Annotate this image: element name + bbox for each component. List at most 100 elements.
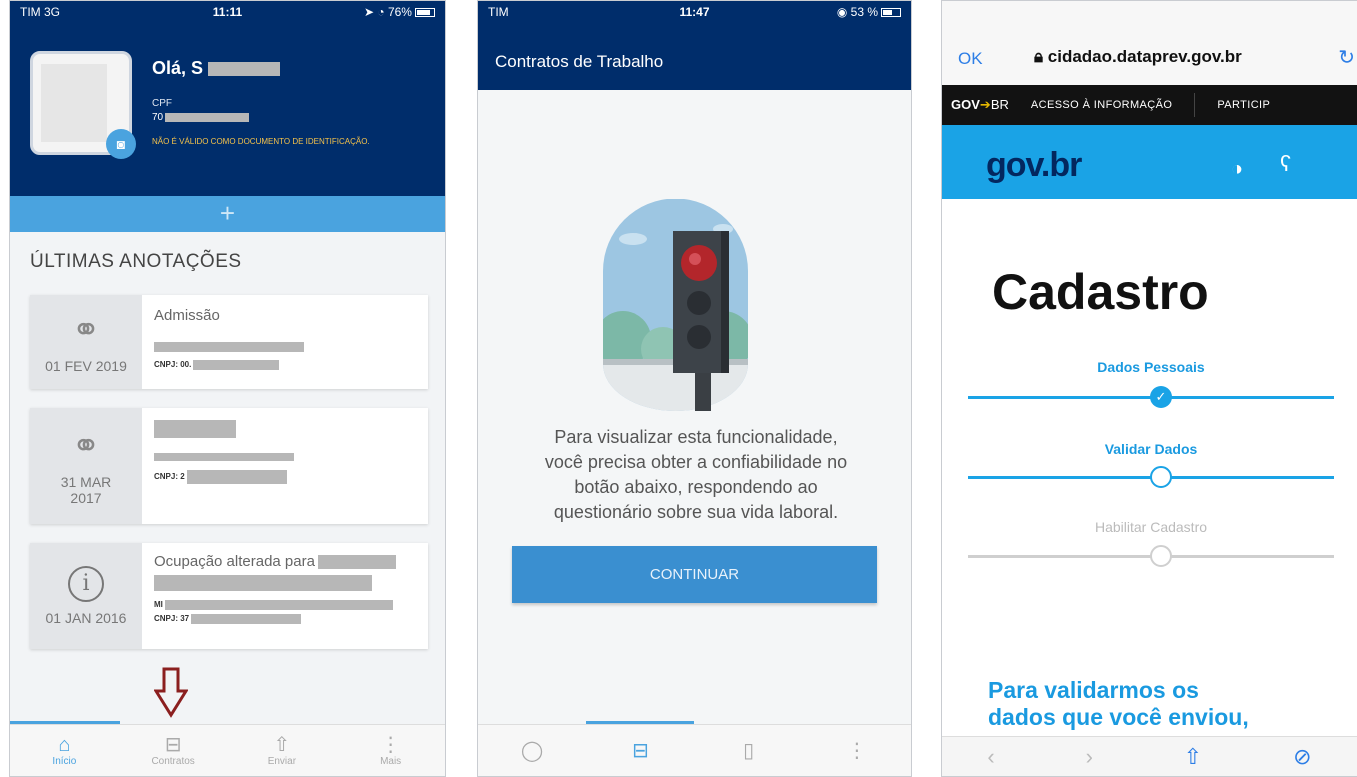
card-date: 01 FEV 2019 — [45, 358, 127, 374]
cpf-label: CPF — [152, 98, 172, 109]
battery-percent: 53 % — [850, 5, 879, 19]
compass-icon[interactable]: ⊘ — [1293, 744, 1311, 770]
more-icon: ⋮ — [846, 739, 867, 762]
share-icon[interactable]: ⇧ — [1184, 744, 1202, 770]
user-icon: ◯ — [520, 739, 544, 762]
url-text: cidadao.dataprev.gov.br — [1047, 47, 1242, 66]
continue-button[interactable]: CONTINUAR — [512, 546, 877, 603]
tab-profile[interactable]: ◯ — [478, 725, 586, 776]
tab-bar: ⌂ Início ⊟ Contratos ⇧ Enviar ⋮ Mais — [10, 724, 445, 776]
carrier: TIM 3G — [20, 5, 61, 19]
address-bar[interactable]: 🔒︎ cidadao.dataprev.gov.br — [1034, 47, 1242, 67]
share-icon: ⇧ — [273, 734, 291, 756]
ok-button[interactable]: OK — [958, 49, 983, 69]
tab-mais[interactable]: ⋮ Mais — [336, 725, 445, 776]
status-bar: TIM 11:47 ◉ 53 % — [478, 1, 911, 23]
briefcase-icon: ⊟ — [631, 739, 649, 762]
battery-icon — [414, 8, 435, 18]
traffic-light-illustration — [603, 199, 748, 411]
step-current-dot — [1150, 466, 1172, 488]
greeting: Olá, S — [152, 58, 281, 79]
battery-icon — [881, 8, 902, 18]
add-annotation-button[interactable]: + — [10, 196, 445, 232]
browser-bottom-bar: ‹ › ⇧ ⊘ — [942, 736, 1357, 776]
phone-home-screen: TIM 3G 11:11 ➤ ◔ 76% ◙ Olá, S CPF 70 NÃO… — [9, 0, 446, 777]
step-label: Habilitar Cadastro — [1094, 519, 1208, 535]
participate-link[interactable]: PARTICIP — [1217, 99, 1270, 111]
section-title: ÚLTIMAS ANOTAÇÕES — [30, 251, 242, 272]
card-sub: MI — [154, 600, 416, 610]
step-label: Validar Dados — [1104, 441, 1198, 457]
message-line: Para visualizar esta funcionalidade, — [554, 427, 838, 447]
access-info-link[interactable]: ACESSO À INFORMAÇÃO — [1031, 99, 1172, 111]
card-title — [154, 420, 416, 439]
tab-more[interactable]: ⋮ — [803, 725, 911, 776]
camera-icon[interactable]: ◙ — [106, 129, 136, 159]
tab-enviar[interactable]: ⇧ Enviar — [228, 725, 337, 776]
handshake-icon: ⚭ — [71, 427, 101, 465]
lock-icon: 🔒︎ — [1034, 47, 1044, 66]
handshake-icon: ⚭ — [71, 311, 101, 349]
tab-bar: ◯ ⊟ ▯ ⋮ — [478, 724, 911, 776]
step-pending-dot — [1150, 545, 1172, 567]
battery-percent: 76% — [387, 5, 412, 19]
accessibility-icon[interactable]: ʕ — [1280, 151, 1291, 177]
card-cnpj: CNPJ: 37 — [154, 614, 416, 624]
arrow-down-icon — [154, 667, 188, 718]
id-warning: NÃO É VÁLIDO COMO DOCUMENTO DE IDENTIFIC… — [152, 137, 370, 146]
card-cnpj: CNPJ: 00. — [154, 360, 416, 370]
tab-contratos[interactable]: ⊟ Contratos — [119, 725, 228, 776]
home-icon: ⌂ — [58, 734, 71, 756]
card-date: 31 MAR 2017 — [60, 474, 112, 506]
clock: 11:47 — [679, 5, 710, 19]
annotation-card[interactable]: ⚭ 31 MAR 2017 CNPJ: 2 — [30, 408, 428, 524]
step-label: Dados Pessoais — [1097, 359, 1205, 375]
battery-status: ◉ 53 % — [763, 5, 902, 19]
govbr-logo[interactable]: gov.br — [986, 146, 1082, 185]
tab-inicio[interactable]: ⌂ Início — [10, 725, 119, 776]
back-icon[interactable]: ‹ — [987, 744, 994, 770]
phone-browser-screen: OK 🔒︎ cidadao.dataprev.gov.br ↻ GOV➔BR A… — [941, 0, 1357, 777]
info-icon: i — [68, 566, 104, 602]
browser-toolbar — [942, 1, 1357, 85]
text-line: dados que você enviou, — [988, 704, 1249, 730]
gov-top-bar: GOV➔BR ACESSO À INFORMAÇÃO PARTICIP — [942, 85, 1357, 125]
clock: 11:11 — [212, 5, 243, 19]
card-date: 01 JAN 2016 — [45, 610, 127, 626]
card-date-panel: i 01 JAN 2016 — [30, 543, 142, 649]
card-date-panel: ⚭ 31 MAR 2017 — [30, 408, 142, 524]
reliability-message: Para visualizar esta funcionalidade, voc… — [500, 425, 892, 525]
tab-label: Contratos — [151, 756, 195, 767]
divider — [1194, 93, 1196, 117]
phone-contracts-screen: TIM 11:47 ◉ 53 % Contratos de Trabalho P… — [477, 0, 912, 777]
contrast-icon[interactable]: ◑ — [1231, 158, 1243, 181]
reload-icon[interactable]: ↻ — [1338, 45, 1355, 70]
cpf-value: 70 — [152, 112, 250, 123]
tab-label: Início — [52, 756, 77, 767]
govbr-brand[interactable]: GOV➔BR — [951, 97, 1009, 113]
tab-label: Enviar — [267, 756, 297, 767]
tab-label: Mais — [380, 756, 402, 767]
validation-text: Para validarmos os dados que você enviou… — [988, 677, 1249, 731]
document-icon: ▯ — [743, 739, 755, 762]
page-title: Contratos de Trabalho — [495, 52, 664, 71]
annotation-card[interactable]: i 01 JAN 2016 Ocupação alterada para MI … — [30, 543, 428, 649]
status-bar: TIM 3G 11:11 ➤ ◔ 76% — [10, 1, 445, 23]
card-title: Admissão — [154, 307, 220, 324]
battery-status: ➤ ◔ 76% — [297, 5, 435, 19]
tab-document[interactable]: ▯ — [695, 725, 803, 776]
carrier: TIM — [488, 5, 509, 19]
tab-contracts[interactable]: ⊟ — [586, 725, 694, 776]
message-line: botão abaixo, respondendo ao — [574, 477, 818, 497]
briefcase-icon: ⊟ — [164, 734, 182, 756]
check-icon: ✓ — [1150, 386, 1172, 408]
annotation-card[interactable]: ⚭ 01 FEV 2019 Admissão CNPJ: 00. — [30, 295, 428, 389]
text-line: Para validarmos os — [988, 677, 1199, 703]
more-icon: ⋮ — [380, 734, 401, 756]
page-title: Cadastro — [992, 264, 1209, 320]
forward-icon[interactable]: › — [1086, 744, 1093, 770]
message-line: você precisa obter a confiabilidade no — [544, 452, 848, 472]
card-date-panel: ⚭ 01 FEV 2019 — [30, 295, 142, 389]
message-line: questionário sobre sua vida laboral. — [553, 502, 839, 522]
card-cnpj: CNPJ: 2 — [154, 470, 416, 485]
